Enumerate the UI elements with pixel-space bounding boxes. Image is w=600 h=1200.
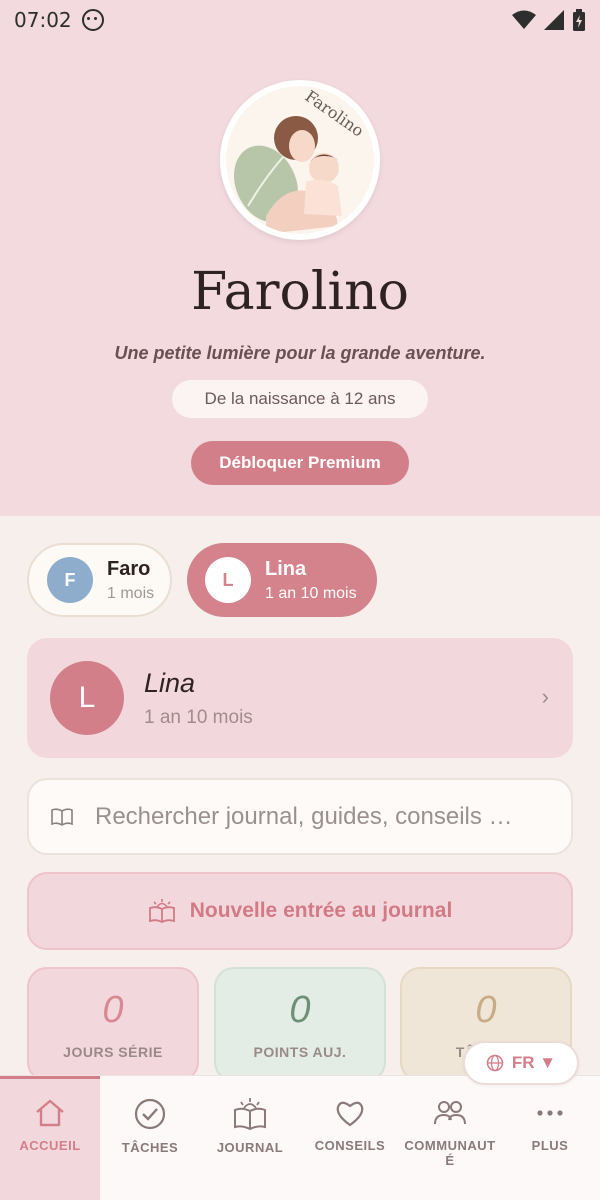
child-name: Lina: [265, 557, 307, 580]
nav-item-taches[interactable]: TÂCHES: [100, 1076, 200, 1200]
unlock-premium-button[interactable]: Débloquer Premium: [191, 441, 409, 485]
home-icon: [36, 1099, 64, 1127]
child-chip-lina[interactable]: L Lina 1 an 10 mois: [187, 543, 377, 617]
nav-item-accueil[interactable]: ACCUEIL: [0, 1076, 100, 1200]
profile-age: 1 an 10 mois: [144, 706, 253, 728]
stat-points-today[interactable]: 0 POINTS AUJ.: [214, 967, 386, 1082]
nav-item-plus[interactable]: PLUS: [500, 1076, 600, 1200]
new-journal-entry-button[interactable]: Nouvelle entrée au journal: [27, 872, 573, 950]
app-logo: Farolino: [220, 80, 380, 240]
heart-icon: [336, 1101, 364, 1127]
book-icon: [51, 807, 73, 826]
nav-label: TÂCHES: [121, 1140, 179, 1155]
avatar: F: [47, 557, 93, 603]
notification-face-icon: [81, 9, 104, 31]
child-name: Faro: [107, 557, 151, 580]
stat-value: 0: [102, 989, 124, 1031]
globe-icon: [486, 1054, 504, 1072]
cell-signal-icon: [544, 10, 564, 30]
bottom-navigation: ACCUEIL TÂCHES JOURNAL CONSEILS COMMUNAU…: [0, 1075, 600, 1200]
status-time: 07:02: [14, 8, 72, 32]
nav-item-journal[interactable]: JOURNAL: [200, 1076, 300, 1200]
new-entry-label: Nouvelle entrée au journal: [189, 899, 453, 922]
wifi-icon: [512, 10, 536, 29]
stat-label: POINTS AUJ.: [253, 1044, 347, 1060]
chevron-right-icon: ›: [541, 684, 549, 709]
check-circle-icon: [134, 1098, 166, 1130]
nav-label: CONSEILS: [314, 1138, 386, 1153]
hero-section: Farolino Farolino Une petite lumière pou…: [0, 40, 600, 516]
avatar: L: [50, 661, 124, 735]
nav-label: PLUS: [531, 1138, 569, 1153]
status-icons: [512, 9, 586, 31]
search-placeholder: Rechercher journal, guides, conseils …: [95, 802, 513, 830]
search-input[interactable]: Rechercher journal, guides, conseils …: [27, 778, 573, 855]
child-chip-faro[interactable]: F Faro 1 mois: [27, 543, 172, 617]
nav-label: ACCUEIL: [19, 1138, 81, 1153]
status-bar: 07:02: [0, 0, 600, 40]
language-label: FR ▼: [511, 1053, 557, 1072]
nav-label: JOURNAL: [216, 1140, 284, 1155]
profile-name: Lina: [144, 667, 196, 698]
community-icon: [434, 1101, 466, 1125]
stat-value: 0: [475, 989, 497, 1031]
language-selector-button[interactable]: FR ▼: [463, 1041, 579, 1085]
nav-item-communaute[interactable]: COMMUNAUTÉ: [400, 1076, 500, 1200]
journal-icon: [234, 1098, 266, 1130]
stat-streak-days[interactable]: 0 JOURS SÉRIE: [27, 967, 199, 1082]
stat-value: 0: [289, 989, 311, 1031]
tagline: Une petite lumière pour la grande aventu…: [114, 343, 486, 363]
age-range-badge: De la naissance à 12 ans: [172, 380, 428, 418]
battery-icon: [573, 9, 585, 31]
stat-label: JOURS SÉRIE: [63, 1044, 163, 1060]
avatar: L: [205, 557, 251, 603]
nav-label: COMMUNAUTÉ: [404, 1138, 496, 1168]
child-profile-card[interactable]: L Lina 1 an 10 mois ›: [27, 638, 573, 758]
app-title: Farolino: [191, 262, 409, 322]
more-icon: [537, 1110, 563, 1116]
child-age: 1 mois: [107, 584, 155, 602]
nav-item-conseils[interactable]: CONSEILS: [300, 1076, 400, 1200]
child-age: 1 an 10 mois: [265, 584, 357, 602]
sunrise-book-icon: [148, 899, 175, 923]
mother-child-illustration: [233, 116, 342, 234]
